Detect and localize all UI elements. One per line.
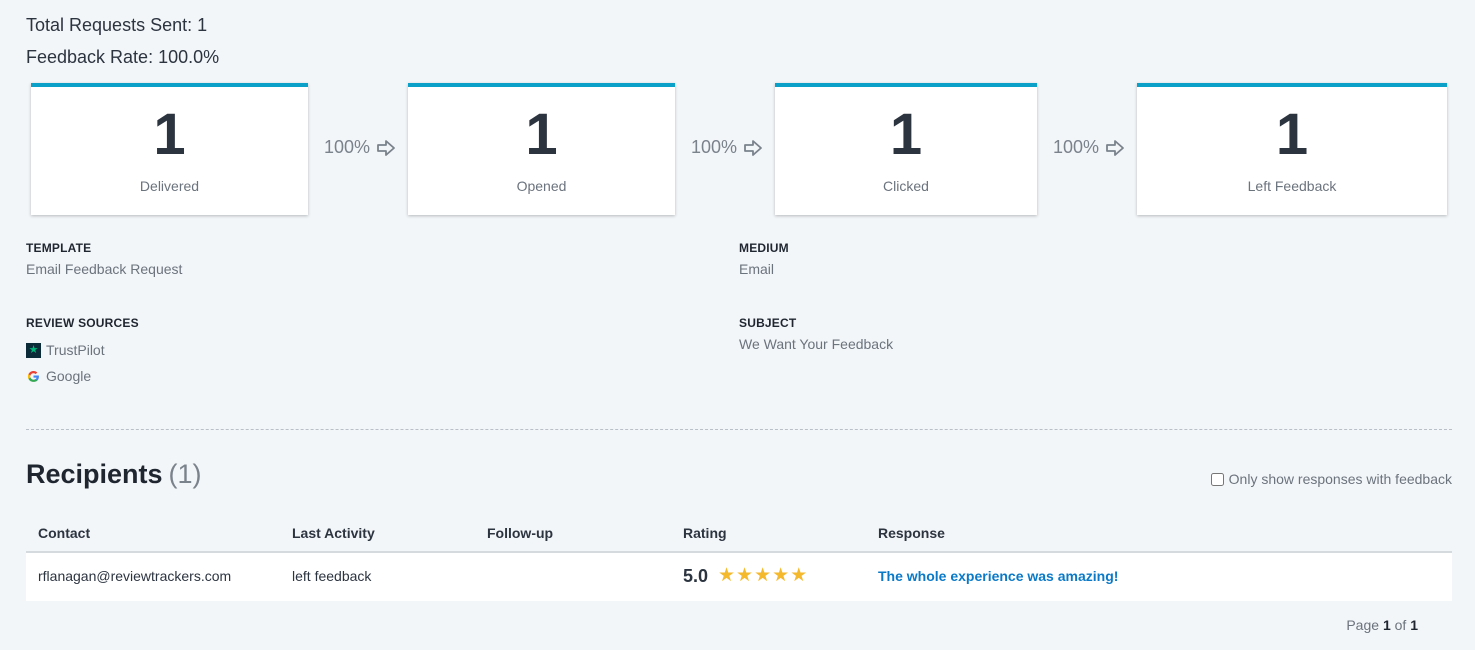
- template-label: TEMPLATE: [26, 241, 92, 255]
- arrow-right-icon: [744, 139, 762, 156]
- total-requests-sent: Total Requests Sent: 1: [26, 15, 208, 35]
- page-total: 1: [1410, 617, 1418, 633]
- left-feedback-label: Left Feedback: [1247, 178, 1337, 194]
- trustpilot-icon: ★: [26, 342, 41, 358]
- medium-value: Email: [739, 261, 775, 277]
- delivered-count: 1: [153, 102, 186, 167]
- review-sources-label: REVIEW SOURCES: [26, 316, 139, 330]
- feedback-only-label: Only show responses with feedback: [1228, 471, 1452, 487]
- recipients-count: (1): [168, 459, 202, 489]
- arrow-right-icon: [377, 139, 395, 156]
- conversion-percent: 100%: [691, 137, 738, 157]
- review-source-name: Google: [46, 368, 92, 384]
- subject-value: We Want Your Feedback: [739, 336, 894, 352]
- conversion-opened-clicked: 100%: [691, 137, 763, 158]
- page-of: of: [1394, 617, 1407, 633]
- last-activity: left feedback: [292, 568, 372, 584]
- column-header-contact[interactable]: Contact: [38, 525, 90, 541]
- funnel-card-left-feedback: 1 Left Feedback: [1137, 83, 1447, 215]
- star-rating: ★ ★ ★ ★ ★: [718, 566, 807, 585]
- medium-label: MEDIUM: [739, 241, 789, 255]
- star-icon: ★: [754, 565, 772, 586]
- star-icon: ★: [718, 565, 736, 586]
- funnel-card-clicked: 1 Clicked: [775, 83, 1037, 215]
- funnel-card-opened: 1 Opened: [408, 83, 675, 215]
- recipients-title: Recipients: [26, 459, 163, 489]
- feedback-only-filter[interactable]: Only show responses with feedback: [1210, 471, 1452, 487]
- star-icon: ★: [736, 565, 754, 586]
- section-divider: [26, 429, 1452, 430]
- conversion-delivered-opened: 100%: [324, 137, 396, 158]
- google-icon: [26, 369, 41, 384]
- left-feedback-count: 1: [1275, 102, 1309, 167]
- column-header-follow-up[interactable]: Follow-up: [487, 525, 553, 541]
- page-current: 1: [1382, 617, 1391, 633]
- opened-count: 1: [525, 102, 558, 167]
- arrow-right-icon: [1106, 139, 1124, 156]
- conversion-percent: 100%: [1053, 137, 1100, 157]
- delivered-label: Delivered: [139, 178, 200, 194]
- feedback-only-checkbox[interactable]: [1210, 472, 1224, 486]
- review-source-google: Google: [26, 368, 91, 384]
- conversion-clicked-feedback: 100%: [1053, 137, 1125, 158]
- conversion-percent: 100%: [324, 137, 371, 157]
- response-link[interactable]: The whole experience was amazing!: [878, 568, 1118, 584]
- opened-label: Opened: [516, 178, 567, 194]
- column-header-last-activity[interactable]: Last Activity: [292, 525, 375, 541]
- template-value: Email Feedback Request: [26, 261, 183, 277]
- feedback-rate: Feedback Rate: 100.0%: [26, 47, 220, 67]
- column-header-rating[interactable]: Rating: [683, 525, 727, 541]
- funnel-card-delivered: 1 Delivered: [31, 83, 308, 215]
- column-header-response[interactable]: Response: [878, 525, 945, 541]
- pagination: Page 1 of 1: [1346, 617, 1418, 633]
- subject-label: SUBJECT: [739, 316, 797, 330]
- contact-email: rflanagan@reviewtrackers.com: [38, 568, 232, 584]
- recipients-heading: Recipients (1): [26, 459, 202, 490]
- rating-value: 5.0: [683, 566, 709, 586]
- clicked-count: 1: [889, 102, 923, 167]
- review-source-trustpilot: ★ TrustPilot: [26, 342, 105, 358]
- page-prefix: Page: [1346, 617, 1380, 633]
- star-icon: ★: [790, 565, 808, 586]
- clicked-label: Clicked: [883, 178, 929, 194]
- star-icon: ★: [772, 565, 790, 586]
- review-source-name: TrustPilot: [46, 342, 105, 358]
